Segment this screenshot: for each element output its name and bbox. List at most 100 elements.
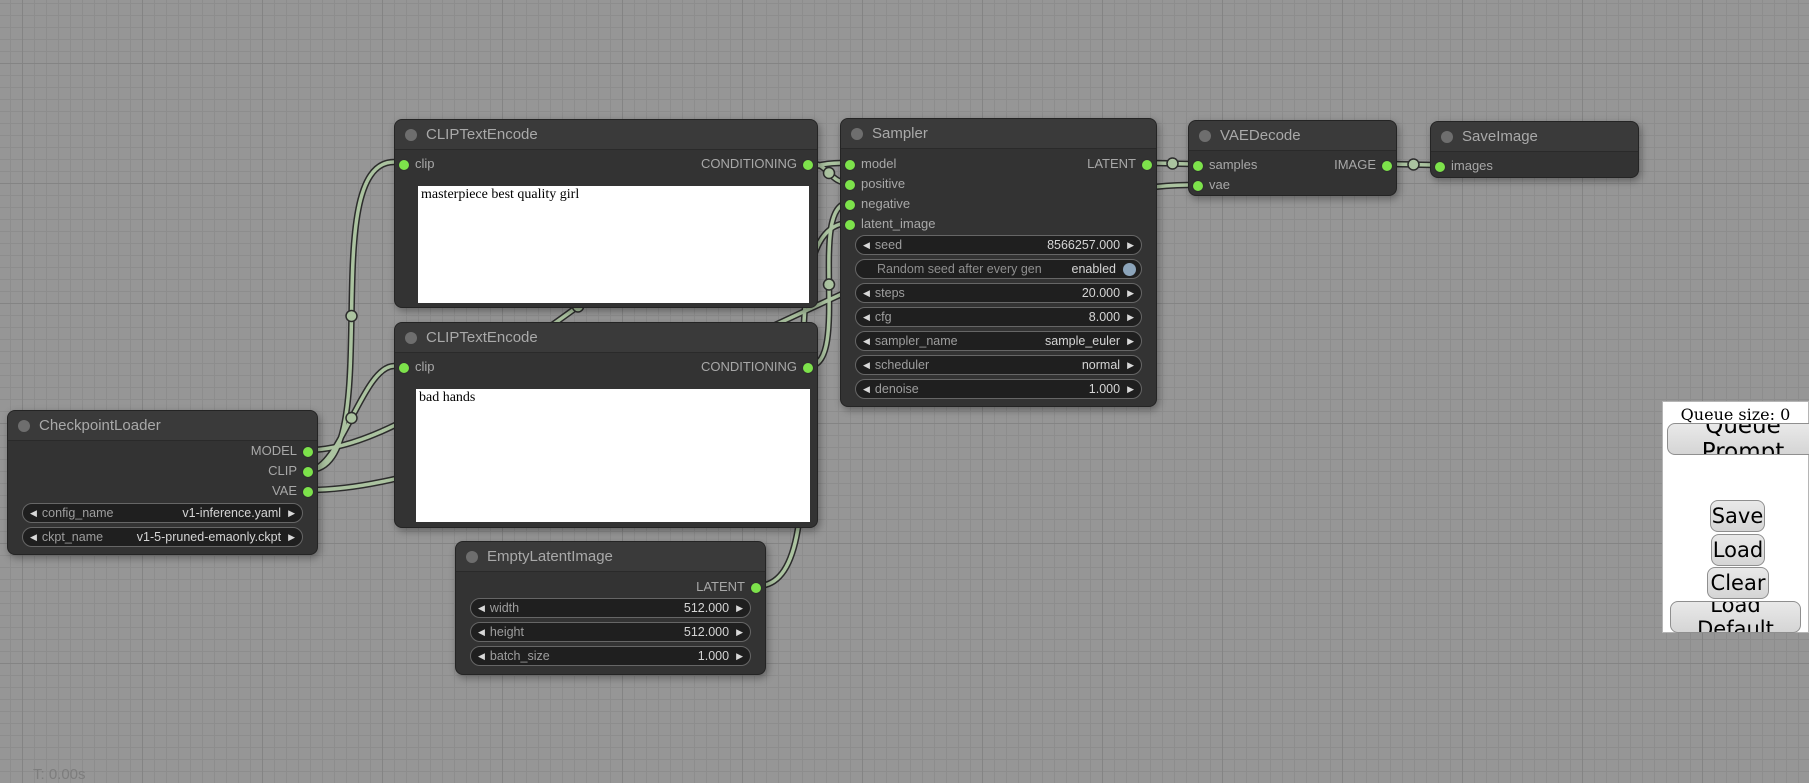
widget-scheduler[interactable]: ◀ scheduler normal ▶ bbox=[855, 355, 1142, 375]
negative-prompt-textarea[interactable]: bad hands bbox=[416, 389, 810, 522]
input-port-model[interactable] bbox=[844, 159, 856, 171]
output-port-latent[interactable] bbox=[750, 582, 762, 594]
widget-ckpt-name[interactable]: ◀ ckpt_name v1-5-pruned-emaonly.ckpt ▶ bbox=[22, 527, 303, 547]
node-vae-decode[interactable]: VAEDecode samples vae IMAGE bbox=[1188, 120, 1397, 196]
decrement-arrow-icon[interactable]: ◀ bbox=[478, 623, 485, 641]
output-port-image[interactable] bbox=[1381, 160, 1393, 172]
load-default-button[interactable]: Load Default bbox=[1670, 601, 1801, 633]
increment-arrow-icon[interactable]: ▶ bbox=[288, 528, 295, 546]
output-port-clip[interactable] bbox=[302, 466, 314, 478]
node-collapse-dot[interactable] bbox=[1199, 130, 1211, 142]
widget-batch-size[interactable]: ◀ batch_size 1.000 ▶ bbox=[470, 646, 751, 666]
decrement-arrow-icon[interactable]: ◀ bbox=[863, 308, 870, 326]
node-sampler[interactable]: Sampler model positive negative latent_i… bbox=[840, 118, 1157, 407]
output-port-vae[interactable] bbox=[302, 486, 314, 498]
decrement-arrow-icon[interactable]: ◀ bbox=[863, 284, 870, 302]
output-port-latent[interactable] bbox=[1141, 159, 1153, 171]
increment-arrow-icon[interactable]: ▶ bbox=[736, 599, 743, 617]
decrement-arrow-icon[interactable]: ◀ bbox=[478, 647, 485, 665]
input-label: samples bbox=[1209, 155, 1257, 175]
output-port-conditioning[interactable] bbox=[802, 159, 814, 171]
input-label: images bbox=[1451, 156, 1493, 176]
node-title: VAEDecode bbox=[1220, 121, 1301, 150]
node-title-bar[interactable]: SaveImage bbox=[1431, 122, 1638, 152]
increment-arrow-icon[interactable]: ▶ bbox=[1127, 236, 1134, 254]
input-port-negative[interactable] bbox=[844, 199, 856, 211]
increment-arrow-icon[interactable]: ▶ bbox=[1127, 356, 1134, 374]
node-collapse-dot[interactable] bbox=[18, 420, 30, 432]
input-label: vae bbox=[1209, 175, 1230, 195]
output-port-conditioning[interactable] bbox=[802, 362, 814, 374]
toggle-dot-icon[interactable] bbox=[1123, 263, 1136, 276]
decrement-arrow-icon[interactable]: ◀ bbox=[863, 236, 870, 254]
input-label: model bbox=[861, 154, 896, 174]
decrement-arrow-icon[interactable]: ◀ bbox=[863, 380, 870, 398]
node-title-bar[interactable]: CLIPTextEncode bbox=[395, 120, 817, 150]
node-title: CLIPTextEncode bbox=[426, 120, 538, 149]
input-port-latent-image[interactable] bbox=[844, 219, 856, 231]
widget-denoise[interactable]: ◀ denoise 1.000 ▶ bbox=[855, 379, 1142, 399]
node-title-bar[interactable]: Sampler bbox=[841, 119, 1156, 149]
node-clip-text-encode-negative[interactable]: CLIPTextEncode clip CONDITIONING bad han… bbox=[394, 322, 818, 528]
input-label: negative bbox=[861, 194, 910, 214]
output-label: MODEL bbox=[251, 441, 297, 461]
node-collapse-dot[interactable] bbox=[1441, 131, 1453, 143]
increment-arrow-icon[interactable]: ▶ bbox=[1127, 308, 1134, 326]
node-collapse-dot[interactable] bbox=[405, 332, 417, 344]
widget-width[interactable]: ◀ width 512.000 ▶ bbox=[470, 598, 751, 618]
node-title-bar[interactable]: CLIPTextEncode bbox=[395, 323, 817, 353]
queue-size-label: Queue size: 0 bbox=[1663, 405, 1808, 424]
increment-arrow-icon[interactable]: ▶ bbox=[288, 504, 295, 522]
node-empty-latent-image[interactable]: EmptyLatentImage LATENT ◀ width 512.000 … bbox=[455, 541, 766, 675]
output-label: CONDITIONING bbox=[701, 357, 797, 377]
input-label: positive bbox=[861, 174, 905, 194]
widget-sampler-name[interactable]: ◀ sampler_name sample_euler ▶ bbox=[855, 331, 1142, 351]
input-port-images[interactable] bbox=[1434, 161, 1446, 173]
decrement-arrow-icon[interactable]: ◀ bbox=[863, 356, 870, 374]
node-collapse-dot[interactable] bbox=[466, 551, 478, 563]
output-port-model[interactable] bbox=[302, 446, 314, 458]
input-label: clip bbox=[415, 357, 435, 377]
canvas[interactable]: { "canvas": { "stats_text": "T: 0.00s" }… bbox=[0, 0, 1809, 782]
input-port-clip[interactable] bbox=[398, 159, 410, 171]
node-title-bar[interactable]: EmptyLatentImage bbox=[456, 542, 765, 572]
node-title-bar[interactable]: VAEDecode bbox=[1189, 121, 1396, 151]
increment-arrow-icon[interactable]: ▶ bbox=[736, 647, 743, 665]
input-label: latent_image bbox=[861, 214, 935, 234]
output-label: CONDITIONING bbox=[701, 154, 797, 174]
input-port-vae[interactable] bbox=[1192, 180, 1204, 192]
decrement-arrow-icon[interactable]: ◀ bbox=[30, 504, 37, 522]
queue-prompt-button[interactable]: Queue Prompt bbox=[1667, 423, 1809, 455]
node-title: Sampler bbox=[872, 119, 928, 148]
node-checkpoint-loader[interactable]: CheckpointLoader MODEL CLIP VAE ◀ config… bbox=[7, 410, 318, 555]
widget-random-seed-toggle[interactable]: Random seed after every gen enabled bbox=[855, 259, 1142, 279]
clear-button[interactable]: Clear bbox=[1707, 567, 1769, 599]
increment-arrow-icon[interactable]: ▶ bbox=[1127, 380, 1134, 398]
input-port-samples[interactable] bbox=[1192, 160, 1204, 172]
decrement-arrow-icon[interactable]: ◀ bbox=[863, 332, 870, 350]
save-button[interactable]: Save bbox=[1710, 500, 1765, 532]
input-port-clip[interactable] bbox=[398, 362, 410, 374]
positive-prompt-textarea[interactable]: masterpiece best quality girl bbox=[418, 186, 809, 303]
widget-steps[interactable]: ◀ steps 20.000 ▶ bbox=[855, 283, 1142, 303]
widget-cfg[interactable]: ◀ cfg 8.000 ▶ bbox=[855, 307, 1142, 327]
node-collapse-dot[interactable] bbox=[851, 128, 863, 140]
decrement-arrow-icon[interactable]: ◀ bbox=[30, 528, 37, 546]
node-clip-text-encode-positive[interactable]: CLIPTextEncode clip CONDITIONING masterp… bbox=[394, 119, 818, 308]
decrement-arrow-icon[interactable]: ◀ bbox=[478, 599, 485, 617]
widget-height[interactable]: ◀ height 512.000 ▶ bbox=[470, 622, 751, 642]
widget-config-name[interactable]: ◀ config_name v1-inference.yaml ▶ bbox=[22, 503, 303, 523]
load-button[interactable]: Load bbox=[1711, 534, 1765, 566]
node-title: CheckpointLoader bbox=[39, 411, 161, 440]
widget-seed[interactable]: ◀ seed 8566257.000 ▶ bbox=[855, 235, 1142, 255]
node-title-bar[interactable]: CheckpointLoader bbox=[8, 411, 317, 441]
increment-arrow-icon[interactable]: ▶ bbox=[1127, 284, 1134, 302]
output-label: LATENT bbox=[1087, 154, 1136, 174]
increment-arrow-icon[interactable]: ▶ bbox=[736, 623, 743, 641]
output-label: VAE bbox=[272, 481, 297, 501]
node-save-image[interactable]: SaveImage images bbox=[1430, 121, 1639, 178]
increment-arrow-icon[interactable]: ▶ bbox=[1127, 332, 1134, 350]
input-port-positive[interactable] bbox=[844, 179, 856, 191]
node-collapse-dot[interactable] bbox=[405, 129, 417, 141]
input-label: clip bbox=[415, 154, 435, 174]
